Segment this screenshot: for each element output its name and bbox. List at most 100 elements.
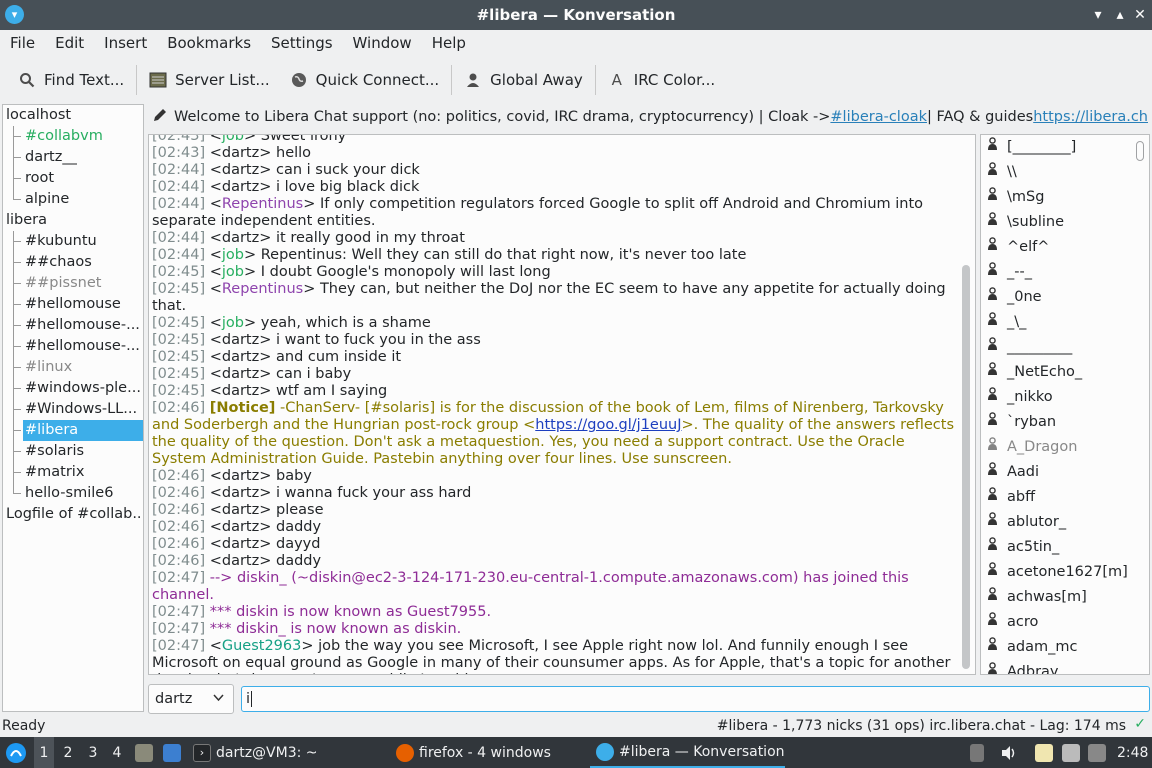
tree-channel[interactable]: #collabvm — [3, 126, 143, 147]
tree-server[interactable]: Logfile of #collab... — [3, 504, 143, 525]
tree-server[interactable]: libera — [3, 210, 143, 231]
message-nick[interactable]: dartz — [222, 502, 259, 518]
message-nick[interactable]: dartz — [222, 366, 259, 382]
workspace-4[interactable]: 4 — [107, 737, 127, 768]
message-nick[interactable]: Repentinus — [222, 196, 303, 212]
nick-list-item[interactable]: \subline — [981, 210, 1135, 235]
message-nick[interactable]: job — [222, 247, 244, 263]
message-nick[interactable]: job — [222, 315, 244, 331]
server-list-button[interactable]: Server List... — [139, 63, 279, 97]
notes-icon[interactable] — [1035, 737, 1058, 768]
nick-list-item[interactable]: A_Dragon — [981, 435, 1135, 460]
menu-file[interactable]: File — [2, 34, 43, 52]
nick-list-item[interactable]: Aadi — [981, 460, 1135, 485]
tree-channel[interactable]: ##pissnet — [3, 273, 143, 294]
menu-window[interactable]: Window — [345, 34, 420, 52]
message-nick[interactable]: dartz — [222, 332, 259, 348]
menu-insert[interactable]: Insert — [96, 34, 155, 52]
nick-list-item[interactable]: _--_ — [981, 260, 1135, 285]
message-nick[interactable]: dartz — [222, 485, 259, 501]
tree-channel[interactable]: root — [3, 168, 143, 189]
nick-list-item[interactable]: \mSg — [981, 185, 1135, 210]
irc-color-button[interactable]: A IRC Color... — [598, 63, 725, 97]
workspace-2[interactable]: 2 — [58, 737, 78, 768]
message-input[interactable]: i — [241, 686, 1150, 712]
message-nick[interactable]: dartz — [222, 179, 259, 195]
message-nick[interactable]: dartz — [222, 349, 259, 365]
nick-list-item[interactable]: acetone1627[m] — [981, 560, 1135, 585]
nick-list-item[interactable]: `ryban — [981, 410, 1135, 435]
nick-list-item[interactable]: acro — [981, 610, 1135, 635]
message-nick[interactable]: Guest2963 — [222, 638, 302, 654]
nick-list-item[interactable]: _NetEcho_ — [981, 360, 1135, 385]
tree-server[interactable]: localhost — [3, 105, 143, 126]
menu-edit[interactable]: Edit — [47, 34, 92, 52]
menu-bookmarks[interactable]: Bookmarks — [159, 34, 259, 52]
nick-list-item[interactable]: _\_ — [981, 310, 1135, 335]
message-nick[interactable]: job — [222, 135, 244, 144]
topic-link-cloak[interactable]: #libera-cloak — [830, 109, 927, 125]
tree-channel[interactable]: #windows-ple... — [3, 378, 143, 399]
taskbar-konversation[interactable]: #libera — Konversation — [590, 737, 785, 768]
message-nick[interactable]: dartz — [222, 383, 259, 399]
message-nick[interactable]: dartz — [222, 468, 259, 484]
topic-link-guides[interactable]: https://libera.chat/gui... — [1033, 109, 1148, 125]
nick-list-scrollbar[interactable] — [1136, 141, 1144, 161]
tree-channel[interactable]: dartz__ — [3, 147, 143, 168]
menu-help[interactable]: Help — [424, 34, 474, 52]
global-away-button[interactable]: Global Away — [454, 63, 593, 97]
tree-channel[interactable]: #hellomouse-... — [3, 315, 143, 336]
edit-topic-icon[interactable] — [152, 107, 168, 127]
message-nick[interactable]: job — [222, 264, 244, 280]
minimize-button[interactable]: ▾ — [1088, 5, 1108, 25]
taskbar-firefox[interactable]: firefox - 4 windows — [396, 737, 551, 768]
file-manager-icon[interactable] — [135, 737, 158, 768]
quick-connect-button[interactable]: Quick Connect... — [280, 63, 450, 97]
nick-list-item[interactable]: ^elf^ — [981, 235, 1135, 260]
clock[interactable]: 2:48 — [1117, 737, 1148, 768]
tree-channel[interactable]: #kubuntu — [3, 231, 143, 252]
tree-channel[interactable]: #libera — [3, 420, 143, 441]
notifications-icon[interactable] — [1088, 737, 1111, 768]
tree-channel[interactable]: alpine — [3, 189, 143, 210]
tree-channel[interactable]: #linux — [3, 357, 143, 378]
nick-list-item[interactable]: [________] — [981, 135, 1135, 160]
chat-scrollbar[interactable] — [962, 265, 970, 669]
tree-channel[interactable]: #Windows-LL... — [3, 399, 143, 420]
nick-list-item[interactable]: _nikko — [981, 385, 1135, 410]
tree-channel[interactable]: #solaris — [3, 441, 143, 462]
find-text-button[interactable]: Find Text... — [8, 63, 134, 97]
menu-settings[interactable]: Settings — [263, 34, 341, 52]
tree-channel[interactable]: #hellomouse — [3, 294, 143, 315]
tree-channel[interactable]: #matrix — [3, 462, 143, 483]
konversation-app-icon[interactable]: ▾ — [5, 5, 24, 24]
clipboard-icon[interactable] — [970, 737, 989, 768]
network-icon[interactable] — [1062, 737, 1085, 768]
message-nick[interactable]: dartz — [222, 553, 259, 569]
nick-list-item[interactable]: adam_mc — [981, 635, 1135, 660]
message-nick[interactable]: dartz — [222, 519, 259, 535]
app-launcher-icon[interactable] — [5, 737, 27, 768]
maximize-button[interactable]: ▴ — [1110, 5, 1130, 25]
volume-icon[interactable] — [1000, 737, 1018, 768]
workspace-3[interactable]: 3 — [83, 737, 103, 768]
nick-list-item[interactable]: Adbray — [981, 660, 1135, 674]
nick-list-item[interactable]: ac5tin_ — [981, 535, 1135, 560]
desktop-icon[interactable] — [163, 737, 186, 768]
message-nick[interactable]: dartz — [222, 230, 259, 246]
nick-list[interactable]: [________] \\ \mSg \subline ^elf^ _--_ _0ne _\_… — [980, 134, 1150, 675]
nick-list-item[interactable]: \\ — [981, 160, 1135, 185]
close-button[interactable]: ✕ — [1130, 5, 1150, 25]
message-nick[interactable]: Repentinus — [222, 281, 303, 297]
notice-link[interactable]: https://goo.gl/j1euuJ — [535, 417, 681, 433]
message-nick[interactable]: dartz — [222, 162, 259, 178]
chat-view[interactable]: [02:43] <job> Sweet irony [02:43] <dartz>… — [148, 134, 976, 675]
nick-list-item[interactable]: ablutor_ — [981, 510, 1135, 535]
message-nick[interactable]: dartz — [222, 536, 259, 552]
message-nick[interactable]: dartz — [222, 145, 259, 161]
nick-list-item[interactable]: _0ne — [981, 285, 1135, 310]
nickname-selector[interactable]: dartz — [148, 684, 234, 714]
nick-list-item[interactable]: achwas[m] — [981, 585, 1135, 610]
taskbar-terminal[interactable]: › dartz@VM3: ~ — [193, 737, 318, 768]
tree-channel[interactable]: ##chaos — [3, 252, 143, 273]
